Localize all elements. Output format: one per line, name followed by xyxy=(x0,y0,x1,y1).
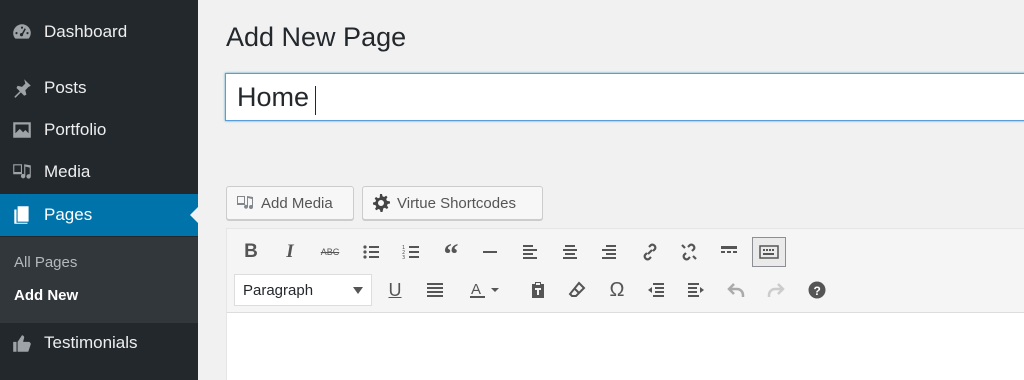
paste-text-icon xyxy=(532,282,544,298)
bold-button[interactable]: B xyxy=(236,237,266,267)
strikethrough-button[interactable]: ABC xyxy=(315,237,345,267)
toolbar-toggle-icon xyxy=(759,245,779,259)
read-more-icon xyxy=(721,246,737,253)
indent-icon xyxy=(688,283,704,297)
chevron-down-icon xyxy=(353,287,363,294)
svg-text:A: A xyxy=(471,281,481,298)
unlink-button[interactable] xyxy=(674,237,704,267)
editor-toolbar: B I ABC 123 “ Paragraph U A Ω ? xyxy=(227,229,1024,313)
undo-icon xyxy=(727,283,745,297)
italic-icon: I xyxy=(286,241,294,262)
unlink-icon xyxy=(681,243,697,261)
thumbs-up-icon xyxy=(0,332,44,354)
horizontal-rule-button[interactable] xyxy=(475,237,505,267)
align-center-icon xyxy=(563,245,577,259)
bullet-list-icon xyxy=(363,245,379,259)
indent-button[interactable] xyxy=(681,275,711,305)
svg-text:3: 3 xyxy=(402,255,405,261)
link-button[interactable] xyxy=(635,237,665,267)
read-more-button[interactable] xyxy=(714,237,744,267)
help-button[interactable]: ? xyxy=(802,275,832,305)
editor-content-area[interactable] xyxy=(227,314,1024,380)
special-character-button[interactable]: Ω xyxy=(602,275,632,305)
menu-label: Media xyxy=(44,162,91,181)
outdent-icon xyxy=(648,283,664,297)
format-select-value: Paragraph xyxy=(243,281,314,299)
italic-button[interactable]: I xyxy=(275,237,305,267)
pages-icon xyxy=(0,204,44,226)
menu-label: Dashboard xyxy=(44,22,128,41)
blockquote-icon: “ xyxy=(443,238,459,271)
redo-button[interactable] xyxy=(761,275,791,305)
outdent-button[interactable] xyxy=(641,275,671,305)
clear-formatting-button[interactable] xyxy=(562,275,592,305)
shortcodes-label: Virtue Shortcodes xyxy=(397,194,516,212)
paste-text-button[interactable] xyxy=(523,275,553,305)
clear-formatting-icon xyxy=(568,281,586,297)
pages-submenu: All Pages Add New xyxy=(0,237,198,323)
add-media-label: Add Media xyxy=(261,194,333,212)
help-icon: ? xyxy=(808,281,826,299)
menu-item-media[interactable]: Media xyxy=(0,151,198,193)
special-character-icon: Ω xyxy=(609,278,625,301)
menu-label: Pages xyxy=(44,205,93,224)
redo-icon xyxy=(767,283,785,297)
format-select[interactable]: Paragraph xyxy=(234,274,372,306)
media-icon xyxy=(0,161,44,183)
title-input[interactable] xyxy=(225,73,1024,121)
link-icon xyxy=(643,243,657,261)
menu-item-portfolio[interactable]: Portfolio xyxy=(0,109,198,151)
bullet-list-button[interactable] xyxy=(356,237,386,267)
current-arrow xyxy=(190,207,198,223)
submenu-add-new[interactable]: Add New xyxy=(14,287,78,304)
toolbar-toggle-button[interactable] xyxy=(752,237,786,267)
align-center-button[interactable] xyxy=(555,237,585,267)
text-color-button[interactable]: A xyxy=(459,275,509,305)
underline-button[interactable]: U xyxy=(380,275,410,305)
menu-item-testimonials[interactable]: Testimonials xyxy=(0,322,198,364)
menu-label: Portfolio xyxy=(44,120,107,139)
numbered-list-icon: 123 xyxy=(402,245,419,261)
text-cursor xyxy=(315,86,316,115)
svg-text:?: ? xyxy=(814,284,821,298)
menu-item-dashboard[interactable]: Dashboard xyxy=(0,11,198,53)
submenu-all-pages[interactable]: All Pages xyxy=(14,254,77,271)
justify-button[interactable] xyxy=(420,275,450,305)
undo-button[interactable] xyxy=(721,275,751,305)
admin-sidebar: Dashboard Posts Portfolio Media Pages Al… xyxy=(0,0,198,380)
align-left-button[interactable] xyxy=(515,237,545,267)
horizontal-rule-icon xyxy=(483,251,497,253)
underline-icon: U xyxy=(388,279,402,300)
align-right-button[interactable] xyxy=(594,237,624,267)
text-color-icon: A xyxy=(470,281,499,298)
menu-label: Testimonials xyxy=(44,333,138,352)
gear-icon xyxy=(373,194,390,212)
blockquote-button[interactable]: “ xyxy=(436,237,466,271)
menu-item-pages[interactable]: Pages xyxy=(0,194,198,236)
strikethrough-icon: ABC xyxy=(320,247,340,257)
add-media-button[interactable]: Add Media xyxy=(226,186,354,220)
menu-item-posts[interactable]: Posts xyxy=(0,67,198,109)
pin-icon xyxy=(0,77,44,99)
menu-label: Posts xyxy=(44,78,87,97)
dashboard-icon xyxy=(0,21,44,43)
content-editor: B I ABC 123 “ Paragraph U A Ω ? xyxy=(226,228,1024,380)
page-title: Add New Page xyxy=(226,22,407,52)
align-right-icon xyxy=(602,245,616,259)
portfolio-icon xyxy=(0,119,44,141)
virtue-shortcodes-button[interactable]: Virtue Shortcodes xyxy=(362,186,543,220)
justify-icon xyxy=(427,283,443,297)
numbered-list-button[interactable]: 123 xyxy=(396,237,426,267)
bold-icon: B xyxy=(244,241,258,262)
align-left-icon xyxy=(523,245,537,259)
add-media-icon xyxy=(237,196,253,209)
